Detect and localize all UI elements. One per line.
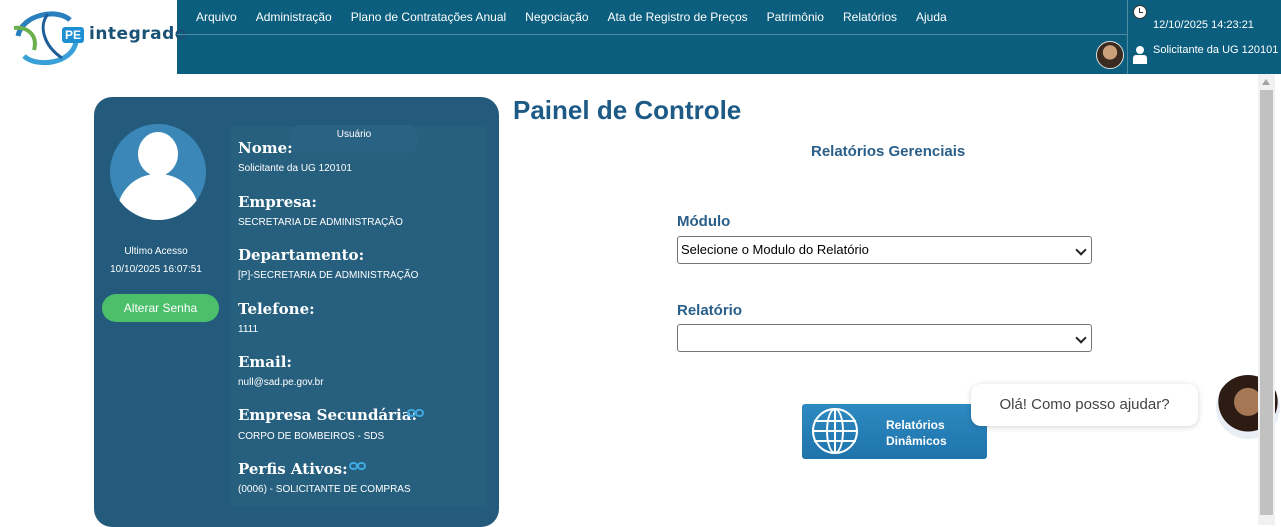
empresa-secundaria-value: CORPO DE BOMBEIROS - SDS bbox=[238, 431, 385, 442]
user-role: Solicitante da UG 120101 bbox=[1153, 44, 1279, 56]
telefone-label: Telefone: bbox=[238, 300, 315, 318]
scroll-thumb[interactable] bbox=[1260, 90, 1273, 515]
user-icon bbox=[1133, 46, 1147, 64]
chevron-down-icon bbox=[1075, 244, 1087, 256]
email-value: null@sad.pe.gov.br bbox=[238, 377, 324, 388]
menu-item-ata-registro[interactable]: Ata de Registro de Preços bbox=[608, 10, 748, 24]
main-menu: Arquivo Administração Plano de Contrataç… bbox=[177, 0, 1127, 35]
usuario-tab: Usuário bbox=[291, 125, 417, 153]
departamento-value: [P]-SECRETARIA DE ADMINISTRAÇÃO bbox=[238, 270, 419, 281]
modulo-select-value: Selecione o Modulo do Relatório bbox=[681, 242, 869, 257]
modulo-label: Módulo bbox=[677, 213, 731, 230]
nome-label: Nome: bbox=[238, 139, 293, 157]
nome-value: Solicitante da UG 120101 bbox=[238, 163, 352, 174]
menu-item-ajuda[interactable]: Ajuda bbox=[916, 10, 947, 24]
departamento-label: Departamento: bbox=[238, 246, 365, 264]
empresa-label: Empresa: bbox=[238, 193, 317, 211]
chevron-down-icon bbox=[1075, 332, 1087, 344]
perfis-ativos-label: Perfis Ativos: bbox=[238, 460, 348, 478]
email-label: Email: bbox=[238, 353, 292, 371]
relatorios-dinamicos-label: Relatórios Dinâmicos bbox=[886, 418, 947, 448]
logo-badge: PE bbox=[62, 27, 85, 43]
menu-item-relatorios[interactable]: Relatórios bbox=[843, 10, 897, 24]
link-icon[interactable] bbox=[349, 462, 367, 470]
menu-item-plano-contratacoes[interactable]: Plano de Contratações Anual bbox=[351, 10, 506, 24]
chat-greeting-bubble[interactable]: Olá! Como posso ajudar? bbox=[971, 384, 1198, 426]
relatorio-select[interactable] bbox=[677, 324, 1092, 352]
top-header: PE integrado Arquivo Administração Plano… bbox=[0, 0, 1281, 74]
menu-item-negociacao[interactable]: Negociação bbox=[525, 10, 588, 24]
telefone-value: 1111 bbox=[238, 324, 259, 335]
profile-avatar-icon bbox=[110, 124, 206, 220]
header-divider bbox=[1127, 0, 1128, 74]
empresa-value: SECRETARIA DE ADMINISTRAÇÃO bbox=[238, 217, 403, 228]
modulo-select[interactable]: Selecione o Modulo do Relatório bbox=[677, 236, 1092, 264]
last-access-label: Ultimo Acesso bbox=[124, 246, 188, 257]
current-datetime: 12/10/2025 14:23:21 bbox=[1153, 19, 1254, 31]
menu-item-administracao[interactable]: Administração bbox=[256, 10, 332, 24]
page-scrollbar[interactable] bbox=[1258, 74, 1275, 525]
page-title: Painel de Controle bbox=[513, 95, 742, 125]
logo[interactable]: PE integrado bbox=[0, 0, 186, 74]
change-password-button[interactable]: Alterar Senha bbox=[102, 294, 219, 322]
globe-icon bbox=[812, 408, 858, 454]
relatorio-label: Relatório bbox=[677, 302, 743, 319]
relatorios-dinamicos-button[interactable]: Relatórios Dinâmicos bbox=[802, 404, 987, 459]
logo-text: integrado bbox=[89, 24, 187, 44]
section-title: Relatórios Gerenciais bbox=[811, 143, 966, 160]
profile-card: Ultimo Acesso 10/10/2025 16:07:51 Altera… bbox=[94, 97, 499, 527]
scroll-up-arrow-icon[interactable] bbox=[1262, 79, 1270, 85]
perfis-ativos-value: (0006) - SOLICITANTE DE COMPRAS bbox=[238, 484, 411, 495]
link-icon[interactable] bbox=[407, 409, 425, 417]
user-avatar[interactable] bbox=[1096, 41, 1124, 69]
clock-icon bbox=[1133, 5, 1147, 19]
menu-item-arquivo[interactable]: Arquivo bbox=[196, 10, 237, 24]
menu-item-patrimonio[interactable]: Patrimônio bbox=[767, 10, 824, 24]
empresa-secundaria-label: Empresa Secundária: bbox=[238, 406, 418, 424]
last-access-value: 10/10/2025 16:07:51 bbox=[110, 264, 202, 275]
